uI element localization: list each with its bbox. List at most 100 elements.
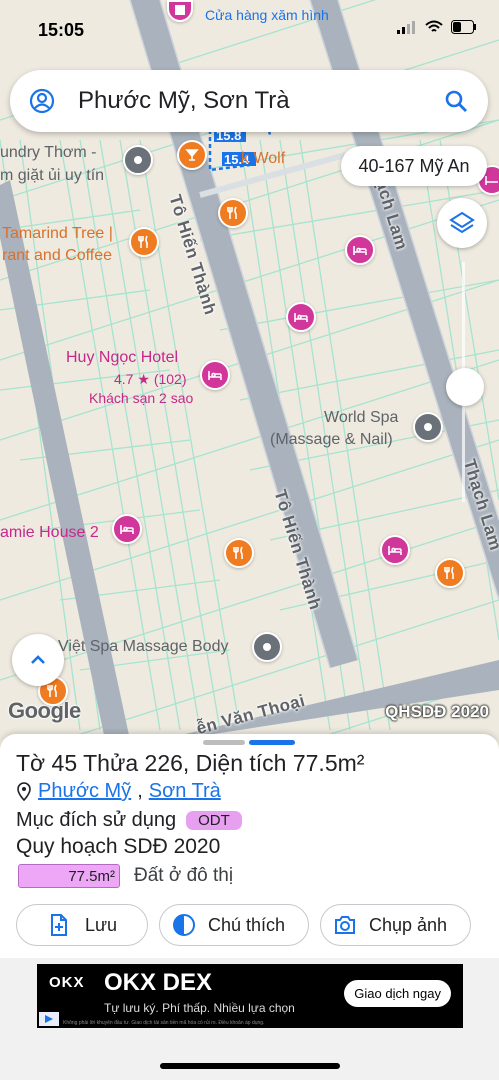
purpose-label: Mục đích sử dụng xyxy=(16,809,177,831)
search-icon[interactable] xyxy=(442,87,470,115)
purpose-badge: ODT xyxy=(186,811,242,830)
signal-icon xyxy=(397,21,415,34)
status-bar: 15:05 xyxy=(0,0,499,60)
save-button[interactable]: Lưu xyxy=(16,904,148,946)
dot-icon xyxy=(424,423,432,431)
laundry-pin[interactable] xyxy=(123,145,153,175)
add-photo-icon xyxy=(335,916,355,934)
ad-fine-print: Không phải lời khuyên đầu tư. Giao dịch … xyxy=(63,1020,265,1026)
layers-icon xyxy=(449,211,475,234)
poi-rating-huy-ngoc: 4.7 ★ (102) xyxy=(114,369,187,389)
bed-icon xyxy=(120,525,134,534)
restaurant-pin[interactable] xyxy=(218,198,248,228)
plan-label: Quy hoạch SDĐ 2020 xyxy=(16,835,221,858)
plan-row: 77.5m² Đất ở đô thị xyxy=(18,864,233,888)
bed-icon xyxy=(485,176,498,185)
star-icon: ★ xyxy=(137,371,150,387)
opacity-slider-handle[interactable] xyxy=(446,368,484,406)
bed-icon xyxy=(294,313,308,322)
hotel-pin-2[interactable] xyxy=(286,302,316,332)
google-logo: Google xyxy=(8,698,81,723)
poi-label-amie-house[interactable]: amie House 2 xyxy=(0,523,99,543)
bar-pin[interactable] xyxy=(177,140,207,170)
bed-icon xyxy=(388,546,402,555)
legend-label: Chú thích xyxy=(208,914,286,935)
poi-label-world-spa-2[interactable]: (Massage & Nail) xyxy=(270,430,393,450)
district-link[interactable]: Sơn Trà xyxy=(149,780,221,803)
parcel-info-sheet[interactable]: Tờ 45 Thửa 226, Diện tích 77.5m² Phước M… xyxy=(0,734,499,960)
hotel-pin-3[interactable] xyxy=(380,535,410,565)
poi-label-laundry-2[interactable]: m giặt ủi uy tín xyxy=(0,166,104,186)
poi-label-tamarind-1[interactable]: Tamarind Tree | xyxy=(2,224,113,244)
tamarind-pin[interactable] xyxy=(129,227,159,257)
title-prefix: Tờ xyxy=(16,750,52,776)
search-bar[interactable]: Phước Mỹ, Sơn Trà xyxy=(10,70,488,132)
parcel-title: Tờ 45 Thửa 226, Diện tích 77.5m² xyxy=(16,750,364,777)
bed-icon xyxy=(208,371,222,380)
planning-layer-label: QHSDĐ 2020 xyxy=(385,702,489,721)
photo-button[interactable]: Chụp ảnh xyxy=(320,904,471,946)
status-icons xyxy=(397,20,477,34)
bed-icon xyxy=(353,246,367,255)
account-icon[interactable] xyxy=(28,87,56,115)
amie-house-pin[interactable] xyxy=(112,514,142,544)
add-file-icon xyxy=(51,914,67,936)
sheet-handle-active[interactable] xyxy=(249,740,295,745)
cocktail-icon xyxy=(185,149,199,161)
viet-spa-pin[interactable] xyxy=(252,632,282,662)
search-input[interactable]: Phước Mỹ, Sơn Trà xyxy=(78,87,442,115)
ad-banner[interactable]: OKX OKX DEX Tự lưu ký. Phí thấp. Nhiều l… xyxy=(37,964,463,1028)
dot-icon xyxy=(134,156,142,164)
poi-label-huy-ngoc[interactable]: Huy Ngọc Hotel xyxy=(66,348,178,368)
save-label: Lưu xyxy=(85,914,118,935)
chevron-up-icon xyxy=(31,655,45,664)
ad-cta-button[interactable]: Giao dịch ngay xyxy=(344,980,451,1007)
photo-label: Chụp ảnh xyxy=(369,914,448,935)
purpose-row: Mục đích sử dụng ODT xyxy=(16,809,242,832)
ad-logo: OKX xyxy=(49,974,85,991)
title-mid: Thửa xyxy=(77,750,145,776)
comma: , xyxy=(137,780,143,802)
wifi-icon xyxy=(425,20,443,32)
fork-knife-icon xyxy=(227,206,237,219)
battery-icon xyxy=(451,20,476,34)
fork-knife-icon xyxy=(233,546,243,559)
poi-label-laundry-1[interactable]: undry Thơm - xyxy=(0,143,96,163)
ad-tagline: Tự lưu ký. Phí thấp. Nhiều lựa chọn xyxy=(104,1001,295,1015)
title-suffix: , Diện tích 77.5m² xyxy=(182,750,365,776)
expand-up-button[interactable] xyxy=(12,634,64,686)
legend-button[interactable]: Chú thích xyxy=(159,904,309,946)
parcel-location: Phước Mỹ, Sơn Trà xyxy=(16,780,221,803)
action-buttons: Lưu Chú thích Chụp ảnh xyxy=(16,904,471,946)
rating-count: (102) xyxy=(153,371,187,387)
location-pin-icon xyxy=(17,781,31,801)
dot-icon xyxy=(263,643,271,651)
fork-knife-icon xyxy=(444,566,454,579)
restaurant-pin-2[interactable] xyxy=(224,538,254,568)
world-spa-pin[interactable] xyxy=(413,412,443,442)
to-number: 45 xyxy=(51,750,78,776)
poi-label-wolf[interactable]: k Wolf xyxy=(241,149,285,169)
layers-button[interactable] xyxy=(437,198,487,248)
hotel-pin-1[interactable] xyxy=(345,235,375,265)
status-time: 15:05 xyxy=(38,20,85,40)
contrast-icon xyxy=(173,914,195,936)
poi-label-viet-spa[interactable]: Việt Spa Massage Body xyxy=(58,637,228,657)
plan-landuse: Đất ở đô thị xyxy=(134,865,234,886)
plan-area-badge: 77.5m² xyxy=(18,864,120,888)
thua-number: 226 xyxy=(144,750,183,776)
ad-brand: OKX DEX xyxy=(104,969,213,996)
ward-link[interactable]: Phước Mỹ xyxy=(38,780,131,803)
huy-ngoc-hotel-pin[interactable] xyxy=(200,360,230,390)
fork-knife-icon xyxy=(47,684,57,697)
rating-value: 4.7 xyxy=(114,371,134,387)
poi-label-world-spa-1[interactable]: World Spa xyxy=(324,408,398,428)
fork-knife-icon xyxy=(138,235,148,248)
adchoices-icon[interactable] xyxy=(39,1012,59,1026)
restaurant-pin-3[interactable] xyxy=(435,558,465,588)
address-chip[interactable]: 40-167 Mỹ An xyxy=(341,146,487,186)
home-indicator xyxy=(160,1063,340,1069)
poi-label-tamarind-2[interactable]: rant and Coffee xyxy=(2,246,112,266)
poi-type-huy-ngoc: Khách sạn 2 sao xyxy=(89,390,194,406)
sheet-handle[interactable] xyxy=(203,740,245,745)
